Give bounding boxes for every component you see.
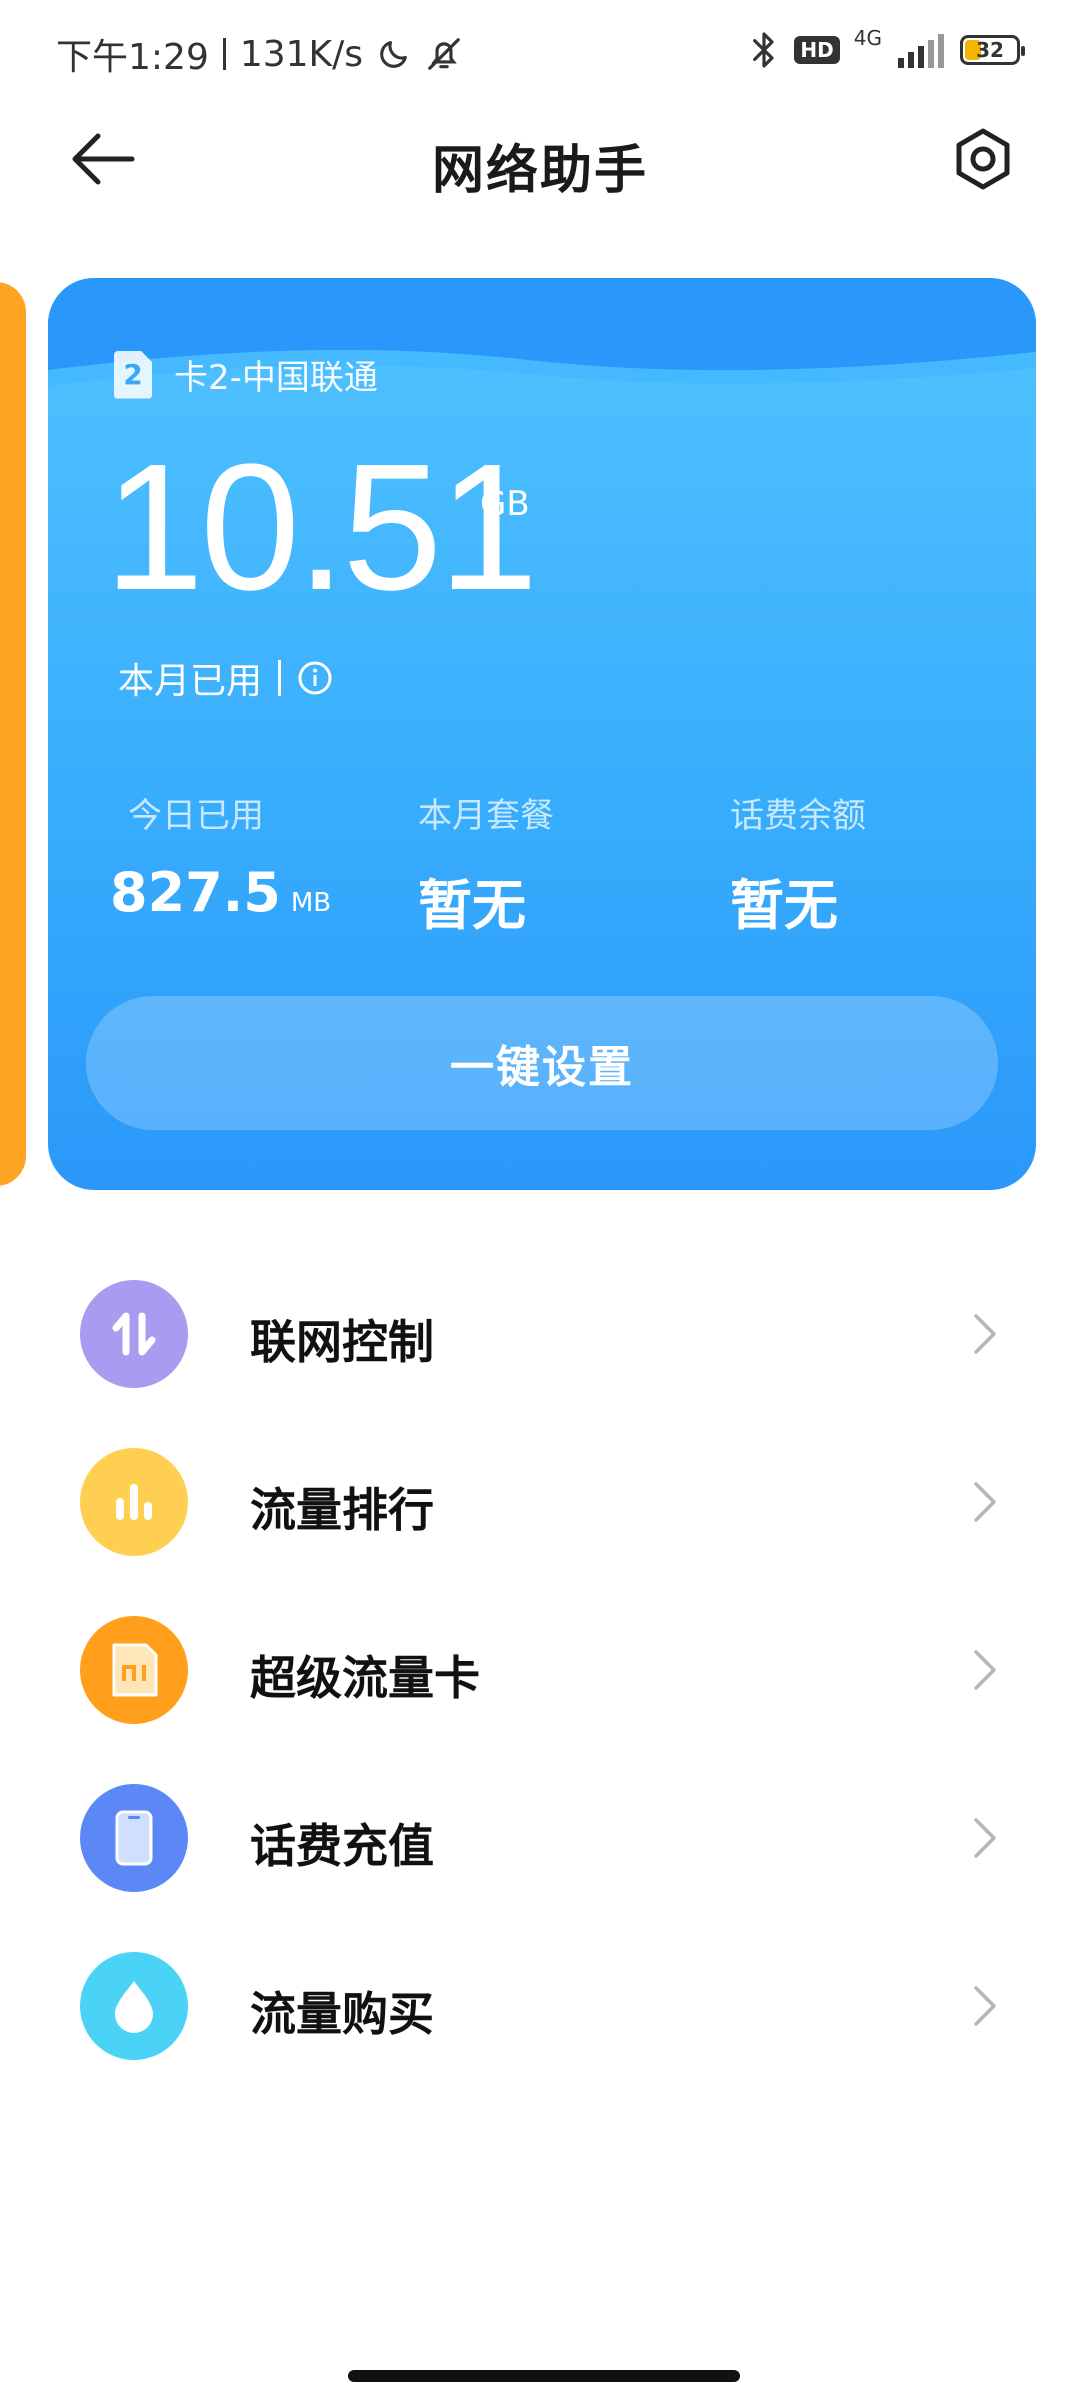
sim-number: 2 <box>123 358 143 391</box>
sim-card-icon: 2 <box>114 350 152 399</box>
stat-plan-value: 暂无 <box>418 874 526 937</box>
stat-balance-value: 暂无 <box>730 874 838 937</box>
one-key-setup-button[interactable]: 一键设置 <box>86 996 998 1130</box>
list-item-label: 话费充值 <box>250 1819 434 1873</box>
sim-label: 卡2-中国联通 <box>174 358 378 398</box>
status-right: HD 4G 32 <box>748 26 1025 70</box>
caption-separator <box>278 660 282 696</box>
feature-list: 联网控制 流量排行 超级流量卡 话费充值 流量购买 <box>0 1260 1080 2100</box>
stat-today-label: 今日已用 <box>128 796 264 836</box>
bluetooth-icon <box>753 32 775 68</box>
page-title: 网络助手 <box>431 141 648 201</box>
chevron-right-icon <box>974 1482 996 1522</box>
previous-sim-card[interactable] <box>0 282 26 1186</box>
gear-icon <box>956 128 1010 190</box>
stat-balance: 话费余额 暂无 <box>730 788 866 940</box>
list-item-super-data-card[interactable]: 超级流量卡 <box>0 1596 1080 1764</box>
list-item-buy-data[interactable]: 流量购买 <box>0 1932 1080 2100</box>
stat-plan: 本月套餐 暂无 <box>418 788 554 940</box>
status-bar: 下午1:29 131K/s HD 4G 32 <box>0 0 1080 104</box>
bell-off-icon <box>428 38 460 70</box>
water-drop-icon <box>80 1952 188 2060</box>
list-item-label: 流量排行 <box>250 1483 434 1537</box>
hd-badge: HD <box>794 36 840 64</box>
settings-button[interactable] <box>950 126 1016 192</box>
network-speed: 131K/s <box>239 33 364 75</box>
stat-plan-label: 本月套餐 <box>418 796 554 836</box>
chevron-right-icon <box>974 1818 996 1858</box>
usage-stats: 今日已用 827.5 MB 本月套餐 暂无 话费余额 暂无 <box>110 788 1010 937</box>
info-icon[interactable] <box>297 660 333 696</box>
status-time: 下午1:29 <box>56 37 209 78</box>
sim-row: 2 卡2-中国联通 <box>114 350 378 399</box>
chevron-right-icon <box>974 1650 996 1690</box>
usage-caption: 本月已用 <box>118 661 263 702</box>
list-item-label: 联网控制 <box>250 1315 434 1369</box>
phone-icon <box>80 1784 188 1892</box>
stat-today-value: 827.5 MB <box>110 861 331 924</box>
stat-today-number: 827.5 <box>110 861 281 924</box>
bar-chart-icon <box>80 1448 188 1556</box>
chevron-right-icon <box>974 1986 996 2026</box>
list-item-label: 超级流量卡 <box>250 1651 480 1705</box>
home-indicator[interactable] <box>348 2370 740 2382</box>
mi-sim-card-icon <box>80 1616 188 1724</box>
monthly-usage-value: 10.51 <box>104 427 538 628</box>
phone-shape-icon <box>115 1810 153 1866</box>
moon-icon <box>380 41 407 68</box>
network-type: 4G <box>853 26 882 50</box>
drop-shape-icon <box>115 1981 153 2033</box>
status-divider <box>222 38 226 70</box>
sim-shape-icon <box>112 1643 158 1697</box>
screen: 下午1:29 131K/s HD 4G 32 网络助手 2 卡2-中国联通 10… <box>0 0 1080 2400</box>
status-left: 下午1:29 131K/s <box>56 28 463 80</box>
list-item-network-control[interactable]: 联网控制 <box>0 1260 1080 1428</box>
bars-icon <box>116 1484 152 1520</box>
battery-icon: 32 <box>960 35 1025 65</box>
stat-balance-label: 话费余额 <box>730 796 866 836</box>
data-usage-card[interactable]: 2 卡2-中国联通 10.51 GB 本月已用 今日已用 827.5 MB 本月… <box>48 278 1036 1190</box>
list-item-label: 流量购买 <box>250 1987 434 2041</box>
list-item-top-up[interactable]: 话费充值 <box>0 1764 1080 1932</box>
updown-arrows-icon <box>112 1312 156 1356</box>
app-header: 网络助手 <box>0 104 1080 214</box>
battery-level: 32 <box>976 38 1004 62</box>
network-control-icon <box>80 1280 188 1388</box>
signal-icon <box>898 34 944 68</box>
stat-today-unit: MB <box>290 888 332 918</box>
monthly-usage-unit: GB <box>480 484 530 524</box>
usage-caption-row: 本月已用 <box>118 652 333 704</box>
list-item-traffic-ranking[interactable]: 流量排行 <box>0 1428 1080 1596</box>
stat-today: 今日已用 827.5 MB <box>110 788 331 924</box>
chevron-right-icon <box>974 1314 996 1354</box>
